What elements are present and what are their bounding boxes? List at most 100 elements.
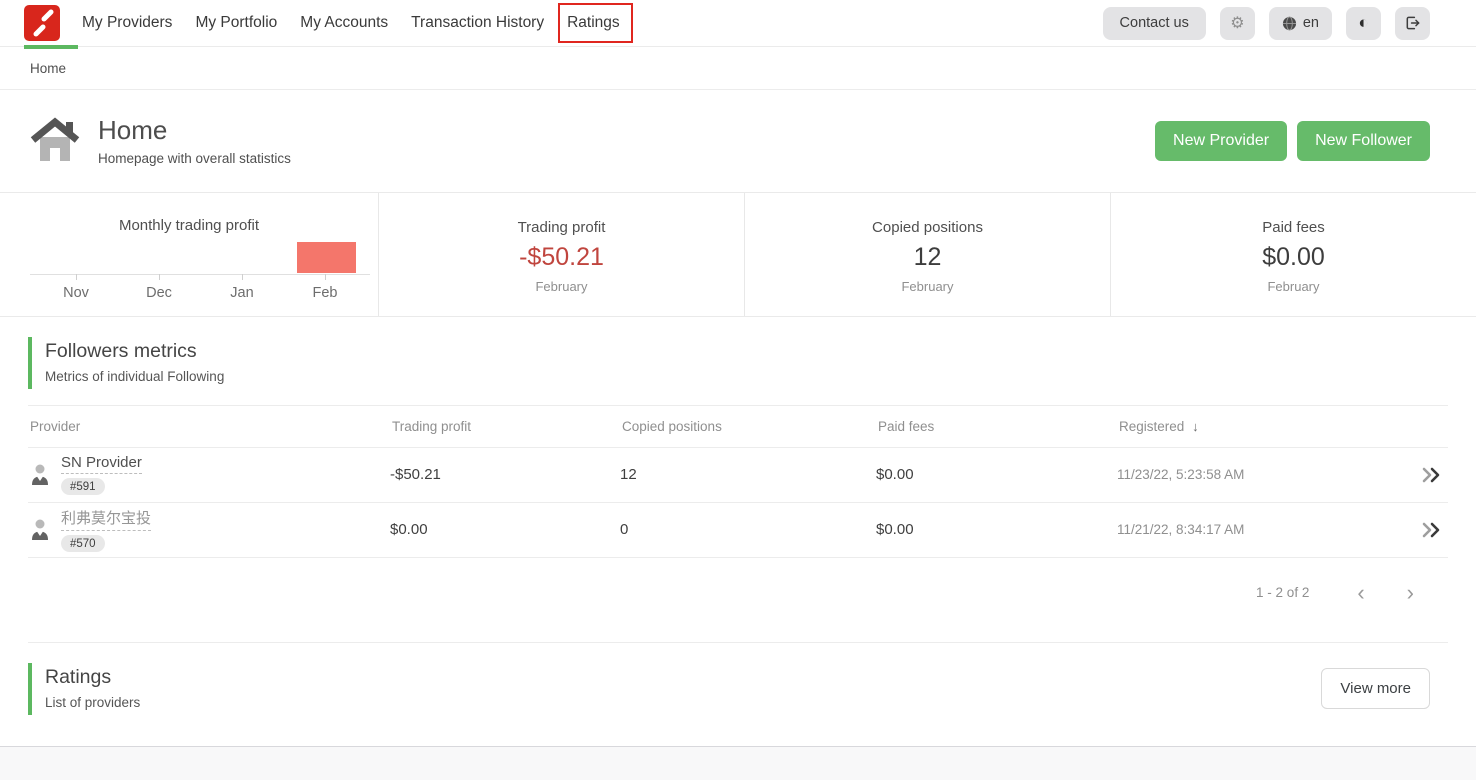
logout-icon <box>1404 15 1421 31</box>
stat-card-trading-profit: Trading profit -$50.21 February <box>379 193 745 316</box>
ratings-section: Ratings List of providers View more <box>28 663 1430 715</box>
contact-us-button[interactable]: Contact us <box>1103 7 1206 40</box>
settings-button[interactable]: ⚙ <box>1220 7 1255 40</box>
chart-tick <box>76 274 77 280</box>
section-title: Ratings <box>45 666 140 689</box>
avatar-icon <box>30 464 50 486</box>
row-details-button[interactable] <box>1392 467 1448 483</box>
provider-stack: SN Provider #591 <box>61 454 142 495</box>
column-paid-fees[interactable]: Paid fees <box>876 419 1117 434</box>
table-row[interactable]: 利弗莫尔宝投 #570 $0.00 0 $0.00 11/21/22, 8:34… <box>28 503 1448 558</box>
pagination-next-button[interactable]: › <box>1407 582 1414 604</box>
page-header: Home Homepage with overall statistics Ne… <box>0 90 1476 192</box>
table-row[interactable]: SN Provider #591 -$50.21 12 $0.00 11/23/… <box>28 448 1448 503</box>
chart-x-axis <box>30 274 370 275</box>
stat-value-trading-profit: -$50.21 <box>519 243 604 272</box>
nav-ratings-label: Ratings <box>567 14 620 31</box>
provider-account-badge: #591 <box>61 478 105 495</box>
cell-paid-fees: $0.00 <box>876 521 1117 538</box>
stat-card-copied-positions: Copied positions 12 February <box>745 193 1111 316</box>
chart-tick-label-feb: Feb <box>313 285 338 301</box>
nav-ratings[interactable]: Ratings <box>567 14 620 32</box>
language-button[interactable]: en <box>1269 7 1332 40</box>
section-title: Followers metrics <box>45 340 1476 363</box>
avatar-icon <box>30 519 50 541</box>
provider-stack: 利弗莫尔宝投 #570 <box>61 507 151 552</box>
details-double-chevron-icon <box>1420 467 1442 483</box>
stat-label: Trading profit <box>518 219 606 236</box>
stat-value-copied-positions: 12 <box>914 243 942 272</box>
cell-registered: 11/23/22, 5:23:58 AM <box>1117 467 1392 482</box>
overall-statistics-strip: Monthly trading profit Nov Dec Jan Feb T… <box>0 192 1476 317</box>
topbar-actions: Contact us ⚙ en ◐ <box>1103 7 1476 40</box>
breadcrumb: Home <box>0 47 1476 90</box>
contrast-icon: ◐ <box>1358 13 1368 33</box>
logo-icon <box>24 5 60 41</box>
provider-name-link[interactable]: 利弗莫尔宝投 <box>61 507 151 531</box>
app-logo[interactable] <box>24 0 62 47</box>
theme-toggle-button[interactable]: ◐ <box>1346 7 1381 40</box>
page-subtitle: Homepage with overall statistics <box>98 151 291 166</box>
provider-cell: SN Provider #591 <box>28 454 390 495</box>
stat-label: Copied positions <box>872 219 983 236</box>
nav-transaction-history[interactable]: Transaction History <box>411 14 544 32</box>
stat-value-paid-fees: $0.00 <box>1262 243 1325 272</box>
home-icon <box>30 117 80 164</box>
new-provider-button[interactable]: New Provider <box>1155 121 1287 161</box>
section-divider <box>28 642 1448 643</box>
cell-copied-positions: 12 <box>620 466 876 483</box>
nav-my-providers[interactable]: My Providers <box>82 14 172 32</box>
gear-icon: ⚙ <box>1230 13 1244 33</box>
view-more-button[interactable]: View more <box>1321 668 1430 709</box>
nav-my-accounts[interactable]: My Accounts <box>300 14 388 32</box>
section-subtitle: Metrics of individual Following <box>45 369 1476 384</box>
globe-icon <box>1282 16 1297 31</box>
logout-button[interactable] <box>1395 7 1430 40</box>
column-copied-positions[interactable]: Copied positions <box>620 419 876 434</box>
stat-period: February <box>901 279 953 294</box>
footer-strip <box>0 746 1476 780</box>
pagination-arrows: ‹ › <box>1357 582 1414 604</box>
chart-bar-feb[interactable] <box>297 242 356 273</box>
new-follower-button[interactable]: New Follower <box>1297 121 1430 161</box>
provider-name-link[interactable]: SN Provider <box>61 454 142 474</box>
chart-tick-label-jan: Jan <box>230 285 253 301</box>
details-double-chevron-icon <box>1420 522 1442 538</box>
language-label: en <box>1303 15 1319 31</box>
stat-period: February <box>1267 279 1319 294</box>
followers-metrics-header: Followers metrics Metrics of individual … <box>28 337 1476 389</box>
column-provider[interactable]: Provider <box>28 419 390 434</box>
stat-period: February <box>535 279 587 294</box>
followers-metrics-table: Provider Trading profit Copied positions… <box>28 405 1448 558</box>
cell-trading-profit: -$50.21 <box>390 466 620 483</box>
monthly-trading-profit-chart: Monthly trading profit Nov Dec Jan Feb <box>0 193 379 316</box>
ratings-header: Ratings List of providers <box>28 663 140 715</box>
column-registered-label: Registered <box>1119 419 1184 434</box>
cell-copied-positions: 0 <box>620 521 876 538</box>
chart-tick-label-dec: Dec <box>146 285 172 301</box>
active-logo-underline <box>24 45 78 49</box>
page-title-block: Home Homepage with overall statistics <box>98 116 291 166</box>
breadcrumb-home[interactable]: Home <box>30 61 66 76</box>
section-subtitle: List of providers <box>45 695 140 710</box>
chart-title: Monthly trading profit <box>0 217 378 234</box>
main-nav: My Providers My Portfolio My Accounts Tr… <box>82 14 620 32</box>
provider-account-badge: #570 <box>61 535 105 552</box>
column-trading-profit[interactable]: Trading profit <box>390 419 620 434</box>
sort-desc-icon: ↓ <box>1192 419 1199 434</box>
nav-my-portfolio[interactable]: My Portfolio <box>195 14 277 32</box>
row-details-button[interactable] <box>1392 522 1448 538</box>
stat-card-paid-fees: Paid fees $0.00 February <box>1111 193 1476 316</box>
top-navigation-bar: My Providers My Portfolio My Accounts Tr… <box>0 0 1476 47</box>
page-actions: New Provider New Follower <box>1155 121 1430 161</box>
cell-registered: 11/21/22, 8:34:17 AM <box>1117 522 1392 537</box>
chart-tick <box>325 274 326 280</box>
stat-label: Paid fees <box>1262 219 1325 236</box>
page-title: Home <box>98 116 291 146</box>
chart-tick <box>159 274 160 280</box>
chart-tick <box>242 274 243 280</box>
column-registered[interactable]: Registered ↓ <box>1117 419 1392 434</box>
pagination-range-label: 1 - 2 of 2 <box>1256 585 1309 600</box>
pagination-prev-button[interactable]: ‹ <box>1357 582 1364 604</box>
cell-paid-fees: $0.00 <box>876 466 1117 483</box>
